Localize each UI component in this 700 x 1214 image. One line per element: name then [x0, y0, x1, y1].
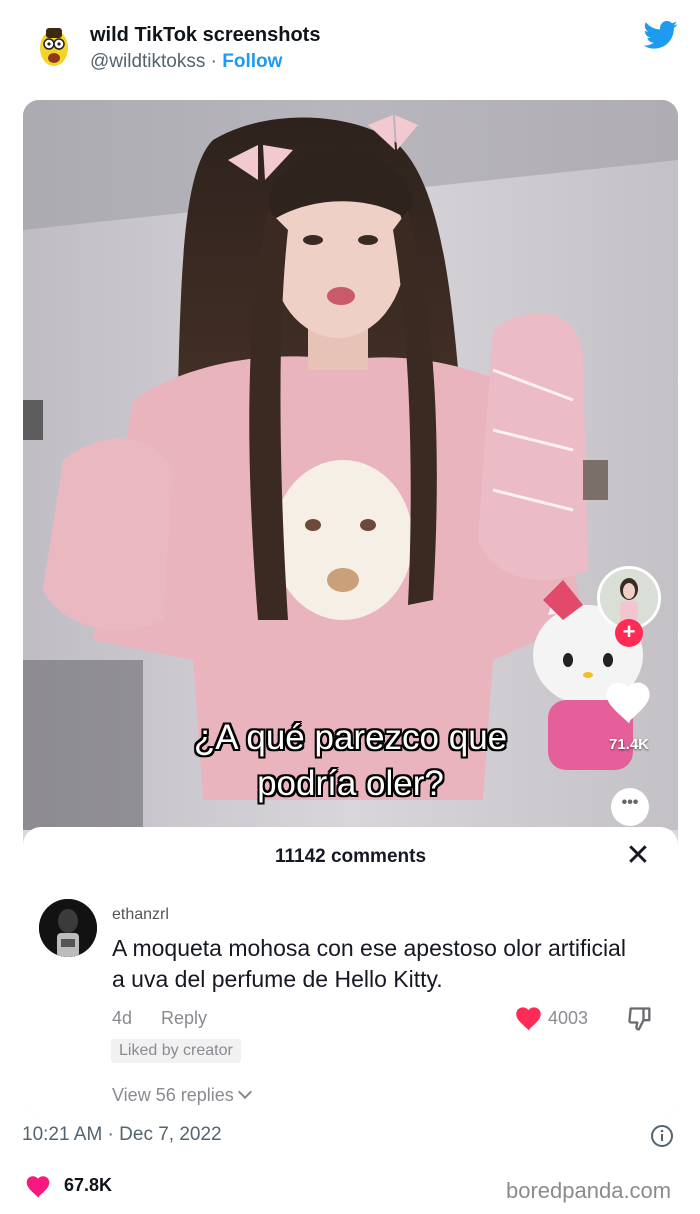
like-heart-icon[interactable]: [26, 1176, 51, 1198]
tweet-header: wild TikTok screenshots @wildtiktokss · …: [0, 0, 700, 100]
tweet-like-count: 67.8K: [64, 1175, 113, 1195]
account-handle[interactable]: @wildtiktokss: [90, 51, 205, 72]
reply-button[interactable]: Reply: [161, 1008, 207, 1029]
tweet-timestamp[interactable]: 10:21 AM · Dec 7, 2022: [22, 1124, 222, 1146]
comments-count: 11142 comments: [274, 846, 427, 867]
comment-like-count: 4003: [548, 1008, 589, 1028]
dislike-icon[interactable]: [626, 1005, 654, 1033]
close-icon[interactable]: ✕: [623, 841, 653, 872]
follow-button[interactable]: Follow: [222, 51, 282, 72]
comment-heart-icon[interactable]: [516, 1007, 542, 1031]
watermark: boredpanda.com: [506, 1178, 672, 1203]
liked-by-creator-badge: Liked by creator: [111, 1039, 241, 1063]
twitter-bird-icon[interactable]: [643, 20, 678, 50]
handle-line: @wildtiktokss · Follow: [90, 51, 282, 73]
heart-icon[interactable]: [606, 682, 652, 724]
account-name[interactable]: wild TikTok screenshots: [90, 24, 320, 47]
view-replies-link[interactable]: View 56 replies: [112, 1084, 252, 1106]
more-options-icon[interactable]: •••: [611, 788, 649, 826]
comment-text: A moqueta mohosa con ese apestoso olor a…: [112, 935, 626, 992]
comments-panel: 11142 comments ✕ ethanzrl A moqueta moho…: [23, 827, 678, 1116]
video-caption-line-2: podría oler?: [257, 764, 444, 803]
commenter-avatar[interactable]: [39, 899, 97, 957]
view-replies-label: View 56 replies: [112, 1085, 234, 1105]
tweet-media[interactable]: ¿A qué parezco que podría oler? + 71.4K …: [23, 100, 678, 1116]
comment-username[interactable]: ethanzrl: [112, 906, 169, 924]
follow-plus-button[interactable]: +: [615, 619, 643, 647]
video-like-count: 71.4K: [608, 736, 650, 753]
chevron-down-icon: [237, 1084, 252, 1100]
comment-age: 4d: [112, 1008, 133, 1028]
account-avatar[interactable]: [30, 22, 78, 70]
video-caption-line-1: ¿A qué parezco que: [193, 718, 508, 757]
info-icon[interactable]: [650, 1124, 674, 1148]
separator: ·: [205, 51, 223, 72]
